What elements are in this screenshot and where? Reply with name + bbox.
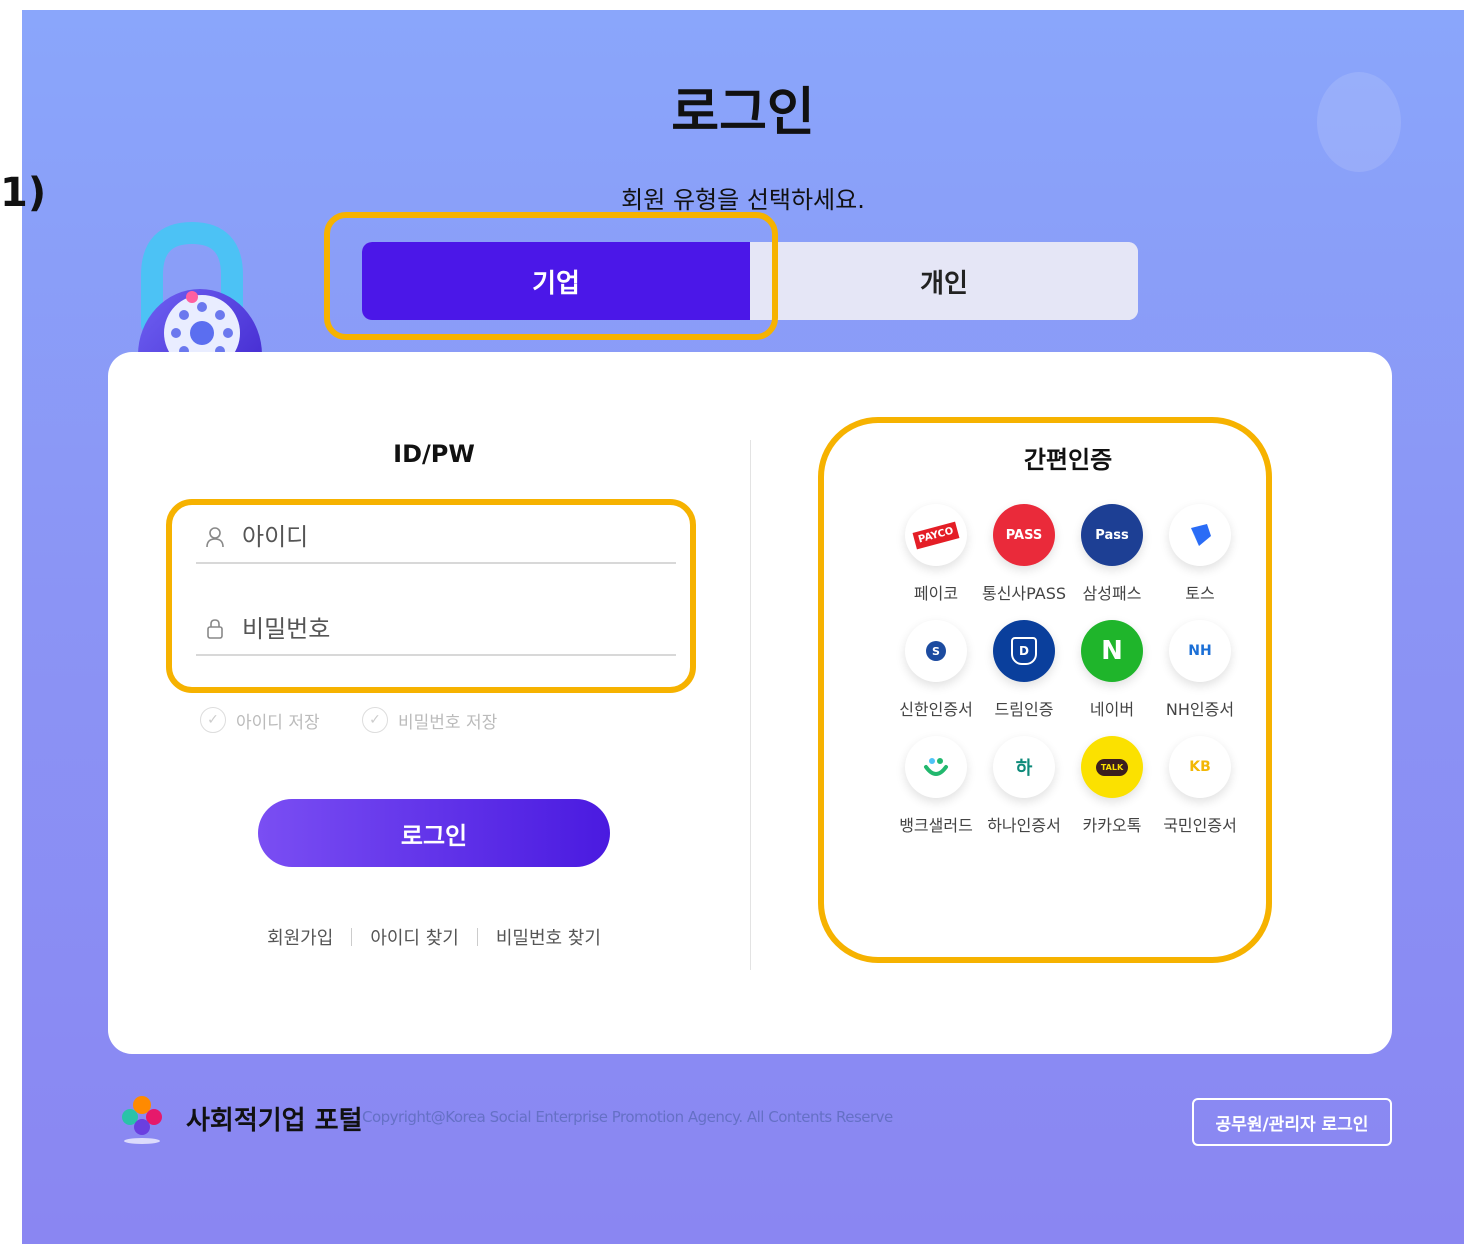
link-divider bbox=[351, 928, 353, 946]
save-password-checkbox[interactable]: ✓ 비밀번호 저장 bbox=[362, 707, 497, 733]
toss-icon bbox=[1169, 504, 1231, 566]
pass-icon: PASS bbox=[993, 504, 1055, 566]
idpw-section-title: ID/PW bbox=[393, 440, 475, 468]
id-input[interactable] bbox=[240, 522, 644, 552]
check-icon: ✓ bbox=[362, 707, 388, 733]
page-title: 로그인 bbox=[671, 83, 815, 143]
easy-auth-pass[interactable]: PASS 통신사PASS bbox=[980, 504, 1068, 604]
easy-auth-grid: PAYCO 페이코 PASS 통신사PASS Pass 삼성패스 토스 S 신한… bbox=[892, 504, 1244, 836]
signup-link[interactable]: 회원가입 bbox=[267, 924, 333, 950]
naver-icon: N bbox=[1081, 620, 1143, 682]
kb-icon: KB bbox=[1169, 736, 1231, 798]
tab-personal[interactable]: 개인 bbox=[750, 242, 1138, 320]
id-field bbox=[196, 512, 676, 564]
kakao-icon: TALK bbox=[1081, 736, 1143, 798]
easy-auth-toss[interactable]: 토스 bbox=[1156, 504, 1244, 604]
shinhan-icon: S bbox=[905, 620, 967, 682]
dream-icon: D bbox=[993, 620, 1055, 682]
save-id-checkbox[interactable]: ✓ 아이디 저장 bbox=[200, 707, 320, 733]
login-card: ID/PW ✓ 아이디 저장 ✓ 비밀번호 저장 로그인 회원가입 아이디 찾 bbox=[108, 352, 1392, 1054]
tab-company[interactable]: 기업 bbox=[362, 242, 750, 320]
user-icon bbox=[202, 524, 228, 550]
section-divider bbox=[750, 440, 751, 970]
banksalad-icon bbox=[905, 736, 967, 798]
easy-auth-samsung-pass[interactable]: Pass 삼성패스 bbox=[1068, 504, 1156, 604]
samsung-pass-icon: Pass bbox=[1081, 504, 1143, 566]
easy-auth-kb[interactable]: KB 국민인증서 bbox=[1156, 736, 1244, 836]
easy-auth-nh[interactable]: NH NH인증서 bbox=[1156, 620, 1244, 720]
save-password-label: 비밀번호 저장 bbox=[398, 712, 498, 733]
portal-logo bbox=[122, 1096, 162, 1144]
find-id-link[interactable]: 아이디 찾기 bbox=[370, 924, 459, 950]
member-type-prompt: 회원 유형을 선택하세요. bbox=[621, 186, 865, 214]
login-button[interactable]: 로그인 bbox=[258, 799, 610, 867]
easy-auth-kakao[interactable]: TALK 카카오톡 bbox=[1068, 736, 1156, 836]
easy-auth-naver[interactable]: N 네이버 bbox=[1068, 620, 1156, 720]
easy-auth-hana[interactable]: 하 하나인증서 bbox=[980, 736, 1068, 836]
password-input[interactable] bbox=[240, 614, 644, 644]
hana-icon: 하 bbox=[993, 736, 1055, 798]
lock-icon bbox=[202, 616, 228, 642]
easy-auth-dream[interactable]: D 드림인증 bbox=[980, 620, 1068, 720]
nh-icon: NH bbox=[1169, 620, 1231, 682]
annotation-step-label: 1) bbox=[0, 170, 47, 216]
admin-login-button[interactable]: 공무원/관리자 로그인 bbox=[1192, 1098, 1392, 1146]
portal-name: 사회적기업 포털 bbox=[186, 1106, 363, 1136]
account-links: 회원가입 아이디 찾기 비밀번호 찾기 bbox=[258, 924, 610, 950]
payco-icon: PAYCO bbox=[905, 504, 967, 566]
easy-auth-shinhan[interactable]: S 신한인증서 bbox=[892, 620, 980, 720]
check-icon: ✓ bbox=[200, 707, 226, 733]
easy-auth-banksalad[interactable]: 뱅크샐러드 bbox=[892, 736, 980, 836]
save-id-label: 아이디 저장 bbox=[236, 712, 320, 733]
find-password-link[interactable]: 비밀번호 찾기 bbox=[496, 924, 601, 950]
member-type-tabs: 기업 개인 bbox=[362, 242, 1138, 320]
password-field bbox=[196, 604, 676, 656]
easy-auth-title: 간편인증 bbox=[1023, 446, 1113, 474]
easy-auth-payco[interactable]: PAYCO 페이코 bbox=[892, 504, 980, 604]
copyright-text: Copyright@Korea Social Enterprise Promot… bbox=[362, 1108, 893, 1126]
login-page-background: 로그인 회원 유형을 선택하세요. 기업 개인 ID/PW 아이디 ✓ 아이디 … bbox=[22, 10, 1464, 1244]
link-divider bbox=[476, 928, 478, 946]
